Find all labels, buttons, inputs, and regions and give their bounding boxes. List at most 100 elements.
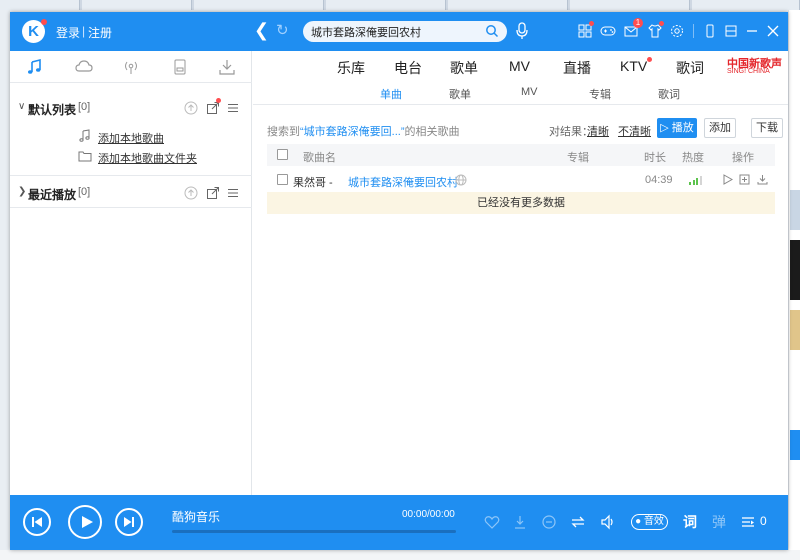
settings-gear-icon[interactable]	[669, 23, 685, 39]
row-duration: 04:39	[645, 174, 673, 186]
menu-icon[interactable]	[226, 186, 240, 200]
song-table-header: 歌曲名 专辑 时长 热度 操作	[267, 144, 775, 166]
share-icon[interactable]	[206, 186, 220, 200]
background-tab	[194, 0, 324, 10]
tab-albums[interactable]: 专辑	[589, 86, 611, 102]
background-tab	[692, 0, 800, 10]
login-link[interactable]: 登录	[56, 24, 80, 41]
download-icon[interactable]	[218, 59, 236, 75]
select-all-checkbox[interactable]	[277, 149, 288, 160]
music-note-icon[interactable]	[26, 59, 44, 75]
nav-ktv[interactable]: KTV	[620, 58, 647, 74]
add-button[interactable]: 添加	[704, 118, 736, 138]
play-icon[interactable]	[722, 174, 733, 185]
quality-clear-link[interactable]: 清晰	[587, 123, 609, 139]
folder-icon	[78, 151, 92, 162]
search-box[interactable]: 城市套路深俺要回农村	[303, 21, 507, 42]
tab-playlists[interactable]: 歌单	[449, 86, 471, 102]
more-options-icon[interactable]	[541, 514, 557, 530]
heart-icon[interactable]	[484, 514, 500, 530]
gamepad-icon[interactable]	[600, 23, 616, 39]
play-pause-button[interactable]	[68, 505, 102, 539]
upload-icon[interactable]	[184, 101, 198, 115]
microphone-icon[interactable]	[515, 22, 529, 40]
register-link[interactable]: 注册	[88, 24, 112, 41]
globe-icon[interactable]	[455, 174, 467, 186]
menu-icon[interactable]	[226, 101, 240, 115]
heat-bar	[689, 182, 691, 185]
minimize-icon[interactable]	[744, 23, 760, 39]
nav-library[interactable]: 乐库	[337, 58, 365, 78]
sing-china-promo[interactable]: 中国新歌声 SING! CHINA	[727, 55, 782, 77]
no-more-data-notice: 已经没有更多数据	[267, 192, 775, 214]
sidebar-tabs	[10, 51, 252, 83]
nav-mv[interactable]: MV	[509, 58, 530, 74]
tab-lyrics[interactable]: 歌词	[658, 86, 680, 102]
lyrics-button[interactable]: 词	[683, 512, 697, 532]
close-icon[interactable]	[765, 23, 781, 39]
header-actions: 操作	[732, 152, 754, 164]
nav-live[interactable]: 直播	[563, 58, 591, 78]
quality-standard-link[interactable]: 不清晰	[618, 123, 651, 139]
download-icon[interactable]	[757, 174, 768, 185]
playlist-recent[interactable]: ❯ 最近播放 [0]	[10, 181, 252, 205]
row-artist: 果然哥 -	[293, 177, 333, 189]
heat-bars	[689, 176, 703, 185]
play-all-button[interactable]: ▷ 播放	[657, 118, 697, 138]
main-content: 乐库 电台 歌单 MV 直播 KTV 歌词 中国新歌声 SING! CHINA …	[253, 51, 788, 495]
collapse-chevron-icon[interactable]: ❯	[18, 186, 26, 197]
mini-mode-icon[interactable]	[723, 23, 739, 39]
add-to-list-icon[interactable]	[739, 174, 750, 185]
download-button[interactable]: 下载	[751, 118, 783, 138]
nav-lyrics[interactable]: 歌词	[676, 58, 704, 78]
header-heat: 热度	[682, 152, 704, 164]
next-button[interactable]	[115, 508, 143, 536]
row-song-title[interactable]: 城市套路深俺要回农村	[348, 174, 458, 190]
now-playing-title: 酷狗音乐	[172, 510, 221, 524]
nav-radio[interactable]: 电台	[394, 58, 422, 78]
tab-mv[interactable]: MV	[521, 86, 538, 98]
playlist-count: [0]	[78, 101, 91, 113]
table-row[interactable]: 果然哥 - 城市套路深俺要回农村 04:39	[267, 169, 775, 191]
loop-icon[interactable]	[570, 514, 586, 530]
previous-button[interactable]	[23, 508, 51, 536]
search-input[interactable]: 城市套路深俺要回农村	[311, 24, 481, 40]
row-checkbox[interactable]	[277, 174, 288, 185]
login-separator: |	[82, 24, 86, 38]
cloud-icon[interactable]	[75, 59, 93, 75]
add-local-folder-label[interactable]: 添加本地歌曲文件夹	[98, 150, 197, 166]
background-tab	[326, 0, 446, 10]
expand-chevron-icon[interactable]: ∨	[18, 101, 25, 112]
left-sidebar: ∨ 默认列表 [0] 添加本地歌曲 添加本地歌曲文件夹 ❯ 最近播放 [0]	[10, 51, 252, 495]
nav-playlists[interactable]: 歌单	[450, 58, 478, 78]
search-icon[interactable]	[485, 24, 499, 38]
background-tab	[448, 0, 568, 10]
refresh-icon[interactable]: ↻	[276, 21, 289, 39]
result-keyword: “城市套路深俺要回...”	[300, 126, 405, 138]
play-queue-icon[interactable]	[740, 514, 756, 530]
progress-bar[interactable]	[172, 530, 456, 533]
top-navigation: 乐库 电台 歌单 MV 直播 KTV 歌词 中国新歌声 SING! CHINA	[253, 51, 788, 81]
playlist-default[interactable]: ∨ 默认列表 [0]	[10, 96, 252, 120]
heat-bar	[692, 180, 695, 185]
sound-effect-button[interactable]: ● 音效	[631, 514, 668, 530]
radio-broadcast-icon[interactable]	[122, 59, 140, 75]
download-icon[interactable]	[512, 514, 528, 530]
background-browser-tabs	[0, 0, 800, 10]
add-local-song-label[interactable]: 添加本地歌曲	[98, 130, 164, 146]
player-bar: 酷狗音乐 00:00/00:00 ● 音效 词 弹 0	[10, 495, 788, 550]
device-icon[interactable]	[171, 59, 189, 75]
upload-icon[interactable]	[184, 186, 198, 200]
back-arrow-icon[interactable]: ❮	[254, 20, 269, 41]
result-prefix: 搜索到	[267, 126, 300, 138]
background-tab	[570, 0, 690, 10]
search-type-tabs: 单曲 歌单 MV 专辑 歌词	[253, 81, 788, 105]
sound-effect-label: 音效	[643, 516, 664, 527]
search-result-summary: 搜索到“城市套路深俺要回...”的相关歌曲	[267, 123, 460, 139]
danmu-button[interactable]: 弹	[712, 512, 726, 532]
share-icon[interactable]	[206, 101, 220, 115]
volume-icon[interactable]	[600, 514, 616, 530]
tab-songs[interactable]: 单曲	[380, 86, 402, 102]
mobile-phone-icon[interactable]	[702, 23, 718, 39]
playback-time: 00:00/00:00	[402, 509, 455, 520]
